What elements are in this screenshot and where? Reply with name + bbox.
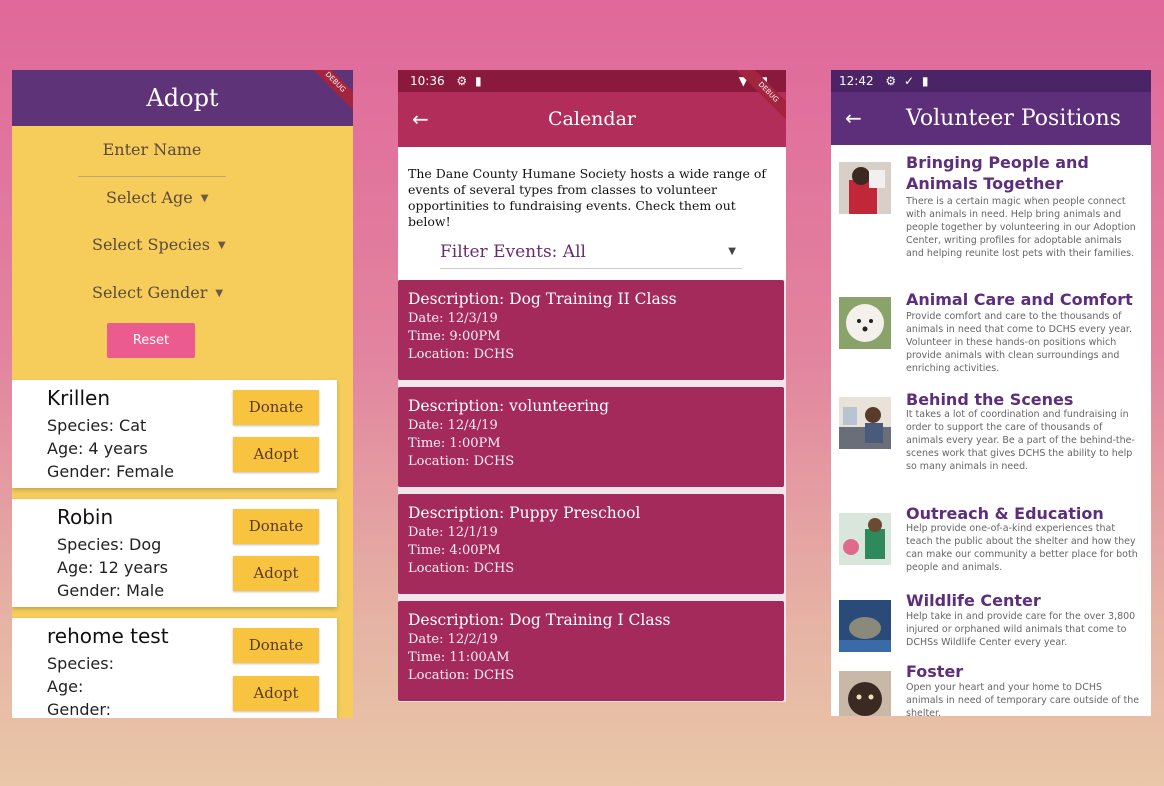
status-bar: 10:36 ⚙ ▮ ▼ ▮ bbox=[398, 70, 786, 92]
pet-name: rehome test bbox=[47, 624, 169, 648]
reset-button[interactable]: Reset bbox=[107, 323, 195, 358]
status-bar: 12:42 ⚙ ✓ ▮ bbox=[831, 70, 1151, 92]
position-photo bbox=[839, 397, 891, 449]
position-photo bbox=[839, 162, 891, 214]
position-photo bbox=[839, 600, 891, 652]
event-time: Time: 1:00PM bbox=[408, 436, 501, 451]
chevron-down-icon: ▼ bbox=[217, 240, 226, 251]
app-bar: Adopt DEBUG bbox=[12, 70, 353, 126]
adopt-button[interactable]: Adopt bbox=[233, 437, 319, 472]
pet-age: Age: 12 years bbox=[57, 558, 168, 577]
position-description: Open your heart and your home to DCHS an… bbox=[906, 682, 1140, 716]
gender-dropdown[interactable]: Select Gender ▼ bbox=[92, 283, 223, 302]
position-description: It takes a lot of coordination and fundr… bbox=[906, 409, 1135, 472]
donate-button[interactable]: Donate bbox=[233, 390, 319, 425]
status-time: 10:36 bbox=[410, 74, 445, 88]
event-location: Location: DCHS bbox=[408, 668, 515, 683]
filter-events-dropdown[interactable]: Filter Events: All ▼ bbox=[440, 242, 742, 269]
pet-age: Age: bbox=[47, 677, 84, 696]
pet-gender: Gender: bbox=[47, 700, 112, 718]
adopt-button[interactable]: Adopt bbox=[233, 556, 319, 591]
back-arrow-icon[interactable]: ← bbox=[845, 92, 862, 145]
adopt-button[interactable]: Adopt bbox=[233, 676, 319, 711]
filter-label: Filter Events: All bbox=[440, 242, 586, 262]
position-description: Help provide one-of-a-kind experiences t… bbox=[906, 523, 1138, 573]
species-dropdown[interactable]: Select Species ▼ bbox=[92, 235, 226, 254]
pet-gender: Gender: Female bbox=[47, 462, 175, 481]
position-photo bbox=[839, 297, 891, 349]
name-input[interactable]: Enter Name bbox=[78, 132, 226, 177]
pet-card: Krillen Species: Cat Age: 4 years Gender… bbox=[12, 380, 337, 488]
pet-card: rehome test Species: Age: Gender: Donate… bbox=[12, 618, 337, 718]
position-title: Behind the Scenes bbox=[906, 390, 1074, 409]
sd-card-icon: ▮ bbox=[921, 74, 929, 88]
pet-species: Species: bbox=[47, 654, 114, 673]
pet-details: Species: Age: Gender: bbox=[47, 652, 114, 718]
pet-gender: Gender: Male bbox=[57, 581, 165, 600]
event-card[interactable]: Description: Puppy Preschool Date: 12/1/… bbox=[398, 494, 784, 594]
event-location: Location: DCHS bbox=[408, 454, 515, 469]
page-title: Calendar bbox=[548, 108, 636, 130]
events-list: Description: Dog Training II Class Date:… bbox=[398, 280, 786, 702]
event-description: Description: Puppy Preschool bbox=[408, 504, 641, 522]
app-bar: ← Calendar DEBUG bbox=[398, 70, 786, 147]
gear-icon: ⚙ bbox=[885, 74, 897, 88]
position-title: Foster bbox=[906, 662, 964, 681]
donate-button[interactable]: Donate bbox=[233, 628, 319, 663]
position-description: There is a certain magic when people con… bbox=[906, 196, 1136, 259]
event-date: Date: 12/2/19 bbox=[408, 632, 498, 647]
page-title: Adopt bbox=[146, 84, 219, 112]
position-title: Animal Care and Comfort bbox=[906, 290, 1133, 309]
calendar-screen: 10:36 ⚙ ▮ ▼ ▮ ← Calendar DEBUG The Dane … bbox=[398, 70, 786, 702]
pet-age: Age: 4 years bbox=[47, 439, 148, 458]
event-card[interactable]: Description: Dog Training I Class Date: … bbox=[398, 601, 784, 701]
event-description: Description: Dog Training II Class bbox=[408, 290, 677, 308]
position-photo bbox=[839, 671, 891, 716]
event-time: Time: 9:00PM bbox=[408, 329, 501, 344]
donate-button[interactable]: Donate bbox=[233, 509, 319, 544]
event-date: Date: 12/3/19 bbox=[408, 311, 498, 326]
event-location: Location: DCHS bbox=[408, 561, 515, 576]
volunteer-screen: 12:42 ⚙ ✓ ▮ ← Volunteer Positions Bringi… bbox=[831, 70, 1151, 716]
gear-icon: ⚙ bbox=[456, 74, 468, 88]
pet-details: Species: Dog Age: 12 years Gender: Male bbox=[57, 533, 168, 602]
pet-details: Species: Cat Age: 4 years Gender: Female bbox=[47, 414, 174, 483]
intro-text: The Dane County Humane Society hosts a w… bbox=[408, 166, 767, 229]
app-bar: ← Volunteer Positions bbox=[831, 92, 1151, 145]
pet-name: Robin bbox=[57, 505, 114, 529]
status-time: 12:42 bbox=[839, 74, 874, 88]
position-title: Bringing People and Animals Together bbox=[906, 153, 1089, 193]
pet-name: Krillen bbox=[47, 386, 110, 410]
gender-dropdown-label: Select Gender bbox=[92, 283, 208, 302]
event-card[interactable]: Description: volunteering Date: 12/4/19 … bbox=[398, 387, 784, 487]
pet-card: Robin Species: Dog Age: 12 years Gender:… bbox=[12, 499, 337, 607]
chevron-down-icon: ▼ bbox=[728, 246, 736, 257]
check-icon: ✓ bbox=[904, 74, 915, 88]
chevron-down-icon: ▼ bbox=[200, 193, 209, 204]
event-location: Location: DCHS bbox=[408, 347, 515, 362]
debug-banner: DEBUG bbox=[302, 70, 353, 116]
event-card[interactable]: Description: Dog Training II Class Date:… bbox=[398, 280, 784, 380]
age-dropdown[interactable]: Select Age ▼ bbox=[106, 188, 208, 207]
page-title: Volunteer Positions bbox=[906, 106, 1121, 131]
age-dropdown-label: Select Age bbox=[106, 188, 193, 207]
event-time: Time: 4:00PM bbox=[408, 543, 501, 558]
species-dropdown-label: Select Species bbox=[92, 235, 210, 254]
position-title: Outreach & Education bbox=[906, 504, 1104, 523]
adopt-screen: Adopt DEBUG Enter Name Select Age ▼ Selec… bbox=[12, 70, 353, 718]
event-date: Date: 12/4/19 bbox=[408, 418, 498, 433]
position-description: Provide comfort and care to the thousand… bbox=[906, 311, 1132, 374]
pet-species: Species: Dog bbox=[57, 535, 162, 554]
position-description: Help take in and provide care for the ov… bbox=[906, 611, 1136, 648]
position-title: Wildlife Center bbox=[906, 591, 1041, 610]
pet-species: Species: Cat bbox=[47, 416, 147, 435]
event-time: Time: 11:00AM bbox=[408, 650, 510, 665]
chevron-down-icon: ▼ bbox=[215, 288, 224, 299]
position-photo bbox=[839, 513, 891, 565]
event-description: Description: Dog Training I Class bbox=[408, 611, 671, 629]
sd-card-icon: ▮ bbox=[475, 74, 482, 88]
event-description: Description: volunteering bbox=[408, 397, 610, 415]
event-date: Date: 12/1/19 bbox=[408, 525, 498, 540]
